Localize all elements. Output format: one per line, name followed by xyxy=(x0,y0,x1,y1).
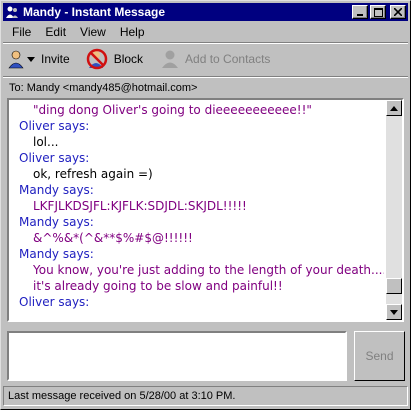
close-icon xyxy=(394,8,402,16)
menu-bar: File Edit View Help xyxy=(5,23,152,41)
chat-messages: "ding dong Oliver's going to dieeeeeeeee… xyxy=(11,102,384,320)
scroll-down-button[interactable] xyxy=(386,304,402,320)
block-button[interactable]: Block xyxy=(86,48,143,70)
block-icon xyxy=(86,48,107,70)
im-window: Mandy - Instant Message File Edit View H… xyxy=(0,0,411,410)
minimize-icon xyxy=(357,14,363,16)
arrow-up-icon xyxy=(390,105,398,111)
message-input[interactable] xyxy=(7,331,347,381)
invite-label: Invite xyxy=(41,52,70,66)
chat-message: You know, you're just adding to the leng… xyxy=(33,263,384,277)
menu-view[interactable]: View xyxy=(73,23,113,41)
block-label: Block xyxy=(113,52,144,66)
sender-label: Oliver says: xyxy=(19,295,90,309)
menu-divider xyxy=(3,42,408,44)
chat-message: ok, refresh again =) xyxy=(33,167,153,181)
chat-message: lol... xyxy=(33,135,59,149)
window-title: Mandy - Instant Message xyxy=(23,5,166,19)
sender-label: Mandy says: xyxy=(19,215,94,229)
sender-label: Oliver says: xyxy=(19,151,90,165)
chat-history[interactable]: "ding dong Oliver's going to dieeeeeeeee… xyxy=(7,98,404,322)
close-button[interactable] xyxy=(390,5,406,19)
minimize-button[interactable] xyxy=(352,5,368,19)
scroll-thumb[interactable] xyxy=(386,278,402,294)
chat-message: "ding dong Oliver's going to dieeeeeeeee… xyxy=(33,103,312,117)
chat-message: &^%&*(^&**$%#$@!!!!!! xyxy=(33,231,193,245)
title-bar[interactable]: Mandy - Instant Message xyxy=(3,3,408,21)
maximize-button[interactable] xyxy=(370,5,386,19)
toolbar: Invite Block Add to Contacts xyxy=(7,45,286,73)
sender-label: Mandy says: xyxy=(19,183,94,197)
sender-label: Oliver says: xyxy=(19,119,90,133)
add-contact-icon xyxy=(162,50,179,68)
chat-message: LKFJLKDSJFL:KJFLK:SDJDL:SKJDL!!!!! xyxy=(33,199,247,213)
chat-scrollbar[interactable] xyxy=(386,100,402,320)
sender-label: Mandy says: xyxy=(19,247,94,261)
toolbar-divider xyxy=(3,76,408,78)
menu-help[interactable]: Help xyxy=(113,23,152,41)
maximize-icon xyxy=(373,7,383,17)
arrow-down-icon xyxy=(390,309,398,315)
chat-message: it's already going to be slow and painfu… xyxy=(33,279,283,293)
add-to-contacts-label: Add to Contacts xyxy=(185,52,271,66)
invite-button[interactable]: Invite xyxy=(7,49,70,69)
menu-edit[interactable]: Edit xyxy=(38,23,73,41)
status-bar: Last message received on 5/28/00 at 3:10… xyxy=(3,386,408,406)
send-button[interactable]: Send xyxy=(354,331,405,381)
add-to-contacts-button[interactable]: Add to Contacts xyxy=(159,48,270,70)
recipient-line: To: Mandy <mandy485@hotmail.com> xyxy=(9,82,198,94)
messenger-icon xyxy=(6,6,18,18)
invite-icon xyxy=(8,50,35,69)
menu-file[interactable]: File xyxy=(5,23,38,41)
scroll-up-button[interactable] xyxy=(386,100,402,116)
